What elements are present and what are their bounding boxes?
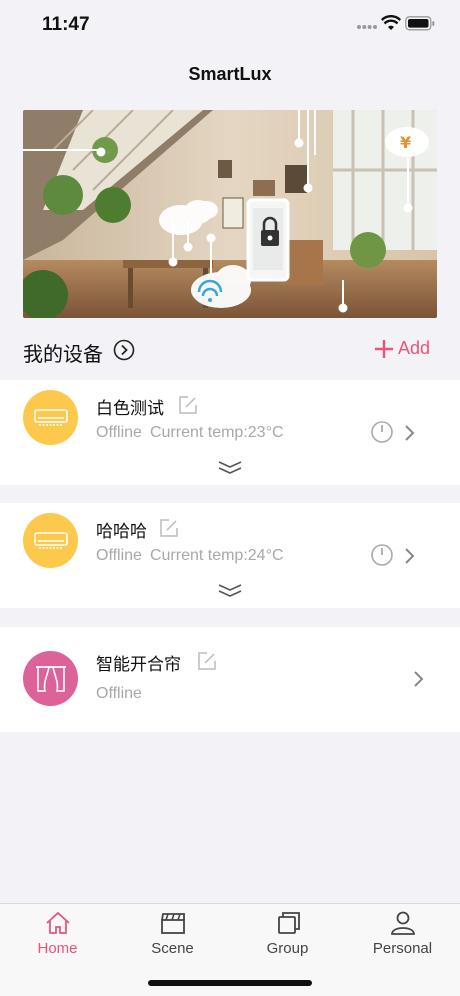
online-status: Offline — [96, 547, 142, 564]
edit-icon[interactable] — [178, 395, 198, 415]
svg-text:¥: ¥ — [400, 133, 411, 152]
home-icon — [46, 911, 70, 934]
home-indicator — [148, 980, 312, 986]
chevron-right-icon[interactable] — [403, 547, 415, 565]
clapperboard-icon — [161, 913, 185, 934]
tab-label: Personal — [372, 940, 433, 957]
tab-scene[interactable]: Scene — [115, 904, 230, 974]
add-device-button[interactable]: Add — [374, 338, 430, 359]
expand-icon[interactable] — [217, 460, 243, 476]
chevron-right-icon[interactable] — [403, 424, 415, 442]
add-label: Add — [397, 338, 430, 358]
device-status: Offline Current temp:23°C — [96, 424, 284, 442]
air-conditioner-icon — [23, 390, 78, 445]
online-status: Offline — [96, 424, 142, 441]
battery-icon — [405, 16, 435, 31]
expand-icon[interactable] — [217, 583, 243, 599]
tab-label: Home — [37, 940, 78, 957]
current-temp: Current temp:24°C — [149, 547, 284, 564]
air-conditioner-icon — [23, 513, 78, 568]
curtain-icon — [23, 651, 78, 706]
device-card[interactable]: 哈哈哈 Offline Current temp:24°C — [0, 503, 460, 608]
tab-label: Scene — [151, 940, 194, 957]
page-title: SmartLux — [188, 64, 272, 84]
tab-label: Group — [266, 940, 309, 957]
edit-icon[interactable] — [197, 651, 217, 671]
signal-icon — [357, 25, 377, 29]
current-temp: Current temp:23°C — [149, 424, 284, 441]
group-icon — [278, 912, 300, 934]
plus-icon — [374, 339, 393, 358]
device-name: 白色测试 — [96, 399, 164, 419]
section-title: 我的设备 — [23, 342, 103, 366]
section-header: 我的设备 Add — [0, 330, 460, 370]
power-icon[interactable] — [370, 420, 394, 444]
tab-group[interactable]: Group — [230, 904, 345, 974]
tab-home[interactable]: Home — [0, 904, 115, 974]
device-card[interactable]: 白色测试 Offline Current temp:23°C — [0, 380, 460, 485]
banner-image[interactable]: ¥ — [23, 110, 437, 318]
device-card[interactable]: 智能开合帘 Offline — [0, 627, 460, 732]
device-name: 哈哈哈 — [96, 522, 147, 542]
tab-personal[interactable]: Personal — [345, 904, 460, 974]
device-name: 智能开合帘 — [96, 655, 181, 675]
device-status: Offline Current temp:24°C — [96, 547, 284, 565]
wifi-icon — [381, 15, 401, 30]
device-status: Offline — [96, 685, 142, 703]
edit-icon[interactable] — [159, 518, 179, 538]
chevron-circle-right-icon[interactable] — [113, 339, 135, 361]
power-icon[interactable] — [370, 543, 394, 567]
online-status: Offline — [96, 685, 142, 702]
status-bar: 11:47 — [0, 0, 460, 50]
status-time: 11:47 — [42, 14, 90, 35]
chevron-right-icon[interactable] — [412, 670, 424, 688]
person-icon — [391, 911, 415, 935]
